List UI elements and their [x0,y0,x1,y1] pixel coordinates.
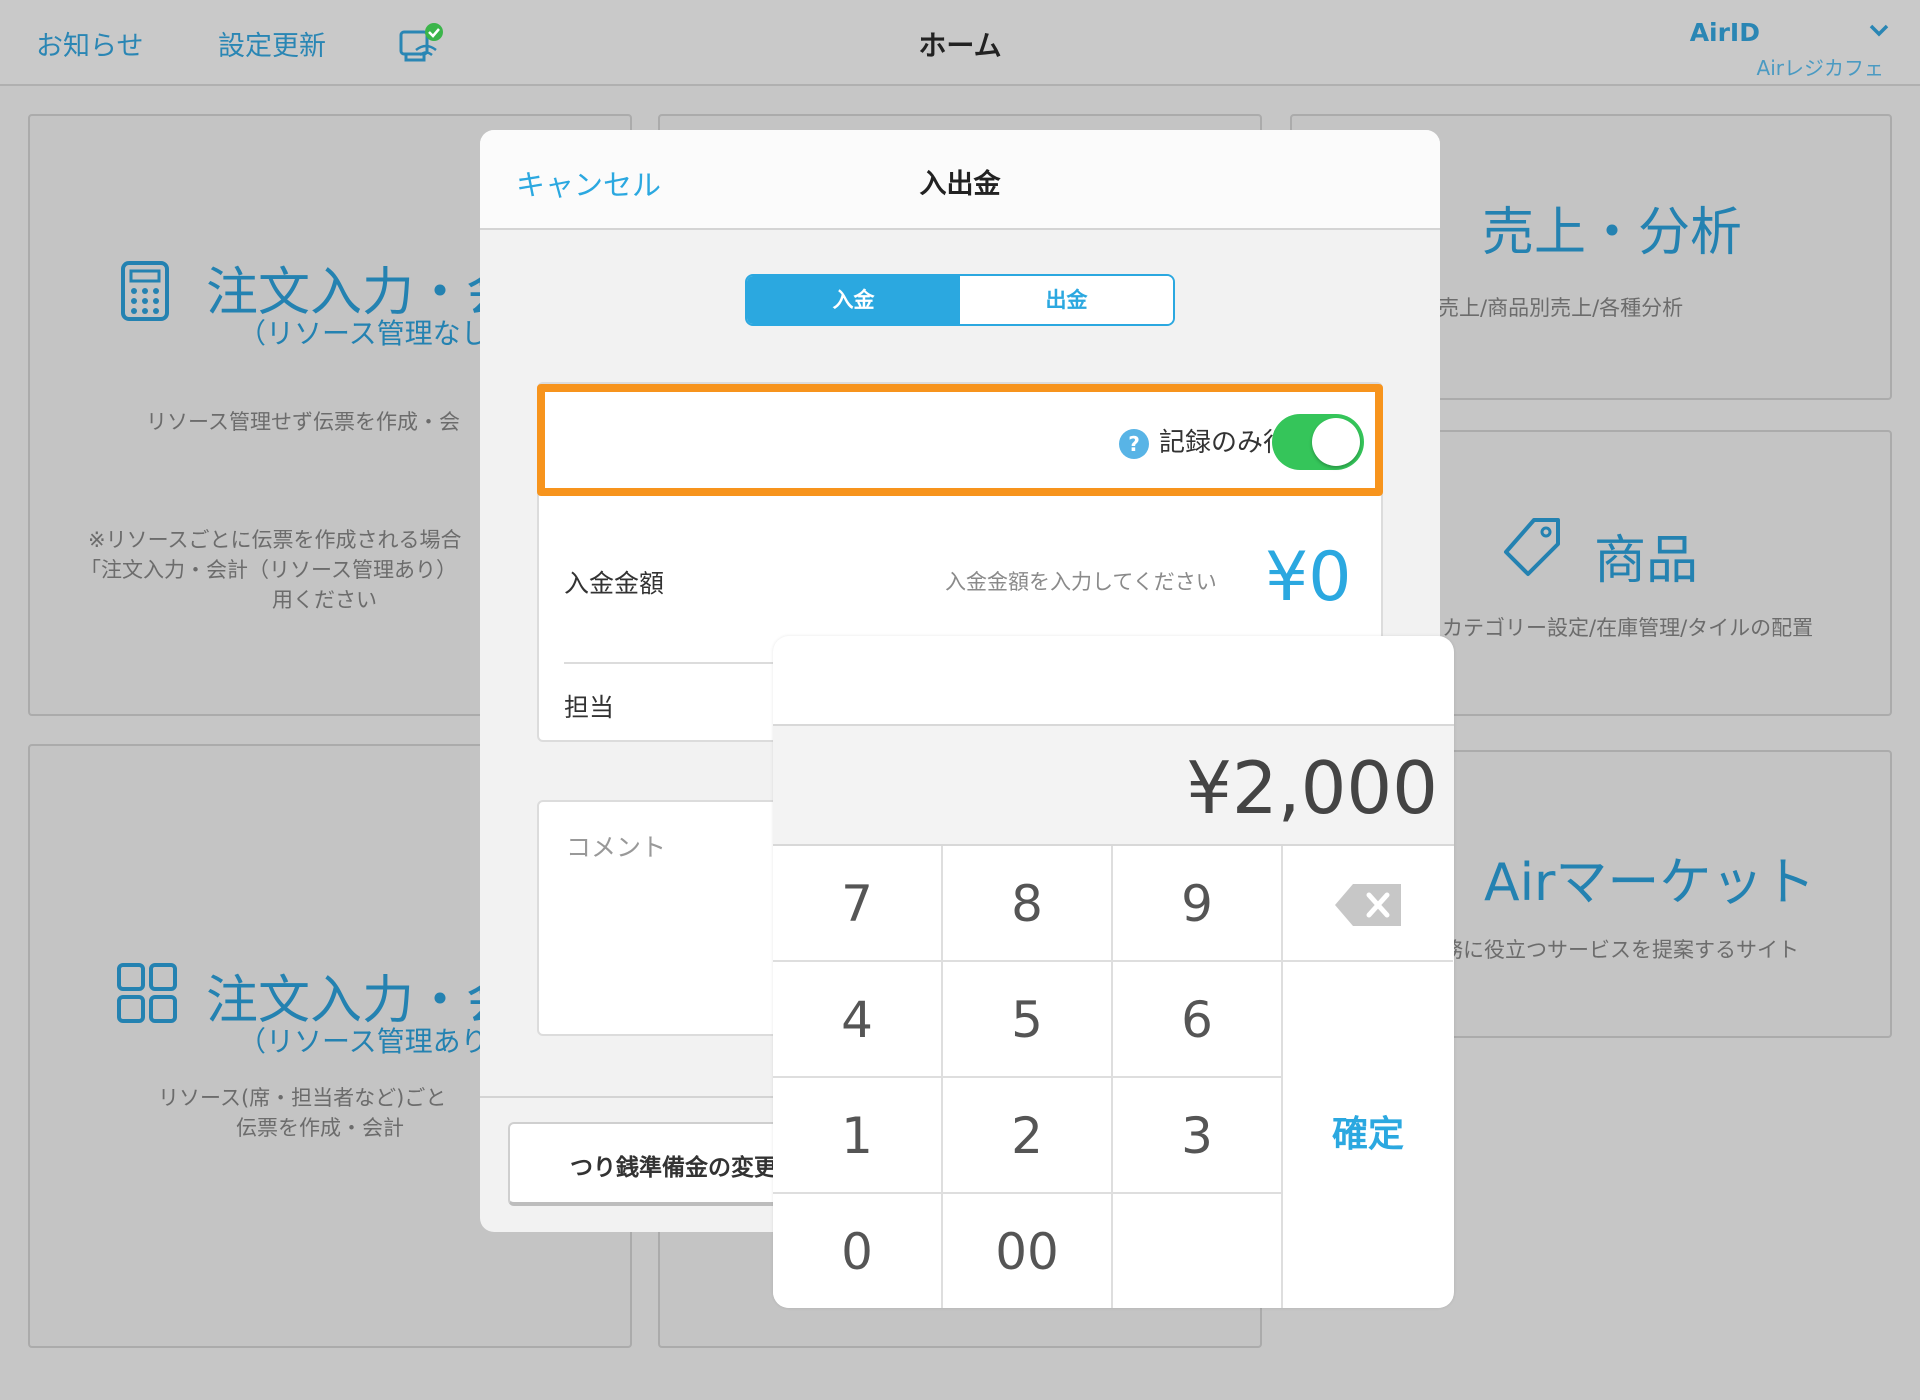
amount-hint: 入金金額を入力してください [945,570,1217,594]
chevron-down-icon[interactable] [1866,20,1892,40]
grid-icon [117,963,177,1023]
key-0[interactable]: 0 [773,1194,943,1308]
tile-description: 売上/商品別売上/各種分析 [1438,296,1684,320]
deposit-withdraw-segmented-control: 入金 出金 [745,274,1175,326]
key-3[interactable]: 3 [1113,1078,1283,1194]
backspace-icon [1335,884,1401,926]
tile-title: Airマーケット [1484,853,1816,913]
tile-subtitle: （リソース管理あり [238,1025,489,1058]
record-only-row: ? 記録のみ行う [537,384,1383,496]
key-6[interactable]: 6 [1113,962,1283,1078]
change-float-label: つり銭準備金の変更 [570,1155,777,1181]
toggle-knob [1312,418,1360,466]
tile-description: リソース管理せず伝票を作成・会 [146,410,460,434]
tile-description: 務に役立つサービスを提案するサイト [1442,938,1799,962]
key-5[interactable]: 5 [943,962,1113,1078]
tile-subtitle: （リソース管理なし [238,317,489,350]
tile-description-line2: 伝票を作成・会計 [236,1116,404,1140]
tag-icon [1504,518,1560,576]
tile-description: カテゴリー設定/在庫管理/タイルの配置 [1442,616,1814,640]
tile-description-line1: リソース(席・担当者など)ごと [158,1086,447,1110]
keypad-display-value: ¥2,000 [1186,746,1438,830]
numeric-keypad-popover: ¥2,000 7 8 9 4 5 6 1 2 3 0 00 確定 [773,636,1454,1308]
change-float-button[interactable]: つり銭準備金の変更 [508,1122,808,1206]
help-icon[interactable]: ? [1119,429,1149,459]
modal-header: キャンセル 入出金 [480,130,1440,230]
staff-field[interactable]: 担当 [564,688,614,724]
amount-label: 入金金額 [564,569,665,598]
modal-title: 入出金 [919,169,1001,200]
backspace-key[interactable] [1283,846,1453,962]
key-7[interactable]: 7 [773,846,943,962]
store-name: Airレジカフェ [1756,56,1884,80]
tile-note-line1: ※リソースごとに伝票を作成される場合 [88,528,462,552]
calculator-icon [121,261,169,321]
tile-title: 売上・分析 [1482,203,1743,263]
page-title: ホーム [918,29,1002,62]
airid-account[interactable]: AirID [1690,18,1760,47]
key-1[interactable]: 1 [773,1078,943,1194]
tile-note-line2: 「注文入力・会計（リソース管理あり） [80,558,457,582]
key-2[interactable]: 2 [943,1078,1113,1194]
keypad-display: ¥2,000 [773,724,1454,846]
tab-deposit[interactable]: 入金 [747,276,960,324]
comment-placeholder: コメント [566,833,667,862]
record-only-toggle[interactable] [1272,414,1364,470]
key-00[interactable]: 00 [943,1194,1113,1308]
key-9[interactable]: 9 [1113,846,1283,962]
key-4[interactable]: 4 [773,962,943,1078]
confirm-key[interactable]: 確定 [1283,962,1453,1308]
key-8[interactable]: 8 [943,846,1113,962]
key-empty [1113,1194,1283,1308]
tab-withdraw[interactable]: 出金 [960,276,1173,324]
tile-note-line3: 用ください [272,588,377,612]
tile-title: 商品 [1594,531,1699,591]
top-bar: お知らせ 設定更新 ホーム AirID Airレジカフェ [0,0,1920,86]
amount-field[interactable]: ¥0 [1265,538,1352,617]
